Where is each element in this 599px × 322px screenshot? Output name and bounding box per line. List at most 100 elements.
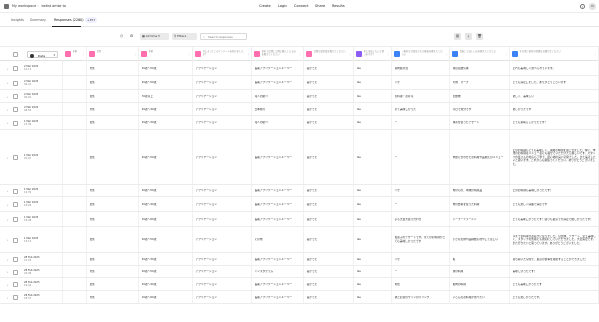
table-row[interactable]: › 28 Feb 2025 19:44 女性 30歳〜40歳 アプリケーション 長期アプリケ… <box>0 278 599 291</box>
column-header[interactable]: 年齢 ⋮ <box>139 47 193 62</box>
date-column-header[interactable]: Date ▾ <box>27 51 58 58</box>
select-all-checkbox[interactable] <box>13 52 18 57</box>
table-row[interactable]: › 1 Mar 2025 19:35 男性 40歳〜50歳 アプリケーション 長期アプリケー… <box>0 185 599 197</box>
column-menu-icon[interactable]: ⋮ <box>387 52 390 56</box>
column-menu-icon[interactable]: ⋮ <box>82 52 85 56</box>
expand-row-icon[interactable]: › <box>7 218 8 222</box>
table-row[interactable]: › 1 Mar 2025 21:36 女性 20歳〜30歳 アプリケーション 知人の紹介 良か… <box>0 116 599 130</box>
expand-row-icon[interactable]: › <box>7 67 8 71</box>
table-row[interactable]: › 1 Mar 2025 18:26 女性 30歳〜40歳 アプリケーション 長期アプリケー… <box>0 197 599 212</box>
column-menu-icon[interactable]: ⋮ <box>505 52 508 56</box>
cell-text: 朝は混雑気味 <box>452 66 469 70</box>
expand-row-icon[interactable]: › <box>7 156 8 160</box>
breadcrumb-workspace[interactable]: My workspace <box>12 4 36 8</box>
column-menu-icon[interactable]: ⋮ <box>594 52 597 56</box>
expand-row-icon[interactable]: › <box>7 108 8 112</box>
table-row[interactable]: › 1 Mar 2025 16:48 男性 50歳〜60歳 アプリケーション 長期アプリケー… <box>0 212 599 227</box>
column-header[interactable]: 性別 ⋮ <box>87 47 139 62</box>
expand-row-icon[interactable]: › <box>7 270 8 274</box>
download-icon[interactable]: ⤓ <box>465 32 472 40</box>
row-checkbox[interactable] <box>13 107 18 112</box>
breadcrumb-form-name[interactable]: betist amke to <box>42 4 66 8</box>
expand-row-icon[interactable]: › <box>7 283 8 287</box>
nav-create[interactable]: Create <box>259 4 271 8</box>
cell-text: Yes <box>356 202 361 206</box>
column-header[interactable]: 初めて訪問した際に購入したものを教えてください ⋮ <box>252 47 304 62</box>
row-checkbox[interactable] <box>13 155 18 160</box>
expand-row-icon[interactable]: › <box>7 121 8 125</box>
cell-text: アプリケーション <box>195 155 217 159</box>
table-cell: 和菓子のデザートです。全てのお料理がとても美味しかったです <box>392 227 450 252</box>
tab-insights[interactable]: Insights <box>11 18 24 22</box>
column-menu-icon[interactable]: ⋮ <box>445 52 448 56</box>
filters-button[interactable]: ⚲ Filters <box>172 32 197 40</box>
cell-text: 煮魚 <box>394 282 400 286</box>
nav-results[interactable]: Results <box>332 4 345 8</box>
columns-icon[interactable]: ▥ <box>454 32 461 40</box>
expand-row-icon[interactable]: › <box>7 296 8 300</box>
cell-text: Yes <box>356 107 361 111</box>
table-cell: 鴨 <box>450 253 510 265</box>
workspace-logo-icon[interactable] <box>4 3 9 9</box>
column-header[interactable]: また来店したいと思いますか？ ⋮ <box>354 47 392 62</box>
column-header[interactable]: 改善してほしい点を教えてください ⋮ <box>450 47 510 62</box>
cell-text: 楽しかったです <box>512 107 532 111</box>
row-checkbox[interactable] <box>13 94 18 99</box>
table-row[interactable]: › 2 Mar 2025 09:41 女性 40歳〜50歳 アプリケーション 長期アプリケー… <box>0 76 599 90</box>
table-row[interactable]: › 28 Feb 2025 21:23 女性 20歳〜30歳 アプリケーション 長期アプリケ… <box>0 253 599 266</box>
search-input[interactable] <box>208 34 246 39</box>
row-checkbox[interactable] <box>13 282 18 287</box>
column-header[interactable]: その他ご意見や感想をお聞かせください ⋮ <box>510 47 599 62</box>
column-header[interactable]: 何によってこのアンケートを知りましたか？ ⋮ <box>193 47 252 62</box>
table-row[interactable]: › 1 Mar 2025 20:47 女性 40歳〜50歳 アプリケーション 長期アプリケー… <box>0 130 599 185</box>
column-menu-icon[interactable]: ⋮ <box>349 52 352 56</box>
row-checkbox[interactable] <box>13 295 18 300</box>
column-menu-icon[interactable]: ⋮ <box>188 52 191 56</box>
tab-responses[interactable]: Responses (2260) <box>54 18 84 22</box>
row-checkbox[interactable] <box>13 217 18 222</box>
column-header[interactable]: 年齢 ⋮ <box>63 47 87 62</box>
expand-row-icon[interactable]: › <box>7 238 8 242</box>
table-row[interactable]: › 1 Mar 2025 15:13 女性 40歳〜50歳 アプリケーション その他 良かった… <box>0 227 599 253</box>
avatar[interactable]: TK <box>589 3 596 10</box>
row-checkbox[interactable] <box>13 269 18 275</box>
table-cell <box>63 212 87 226</box>
table-cell: アプリケーション <box>193 291 252 303</box>
row-checkbox[interactable] <box>13 188 18 194</box>
cell-text: 落ち着いた空間で、最高の食事を堪能することができました！ <box>512 257 588 261</box>
expand-row-icon[interactable]: › <box>7 81 8 85</box>
time-filter-select[interactable]: ▦ All time ▾ <box>140 32 169 40</box>
column-header[interactable]: 訪問の満足度を教えてください ⋮ <box>304 47 354 62</box>
nav-logic[interactable]: Logic <box>278 4 287 8</box>
nav-share[interactable]: Share <box>315 4 325 8</box>
response-time: 09:02 <box>24 96 32 100</box>
print-icon[interactable]: ⎙ <box>118 33 125 39</box>
expand-row-icon[interactable]: › <box>7 95 8 99</box>
column-menu-icon[interactable]: ⋮ <box>299 52 302 56</box>
row-checkbox[interactable] <box>13 237 18 243</box>
column-menu-icon[interactable]: ⋮ <box>247 52 250 56</box>
row-checkbox[interactable] <box>13 66 18 71</box>
nav-connect[interactable]: Connect <box>294 4 308 8</box>
expand-row-icon[interactable]: › <box>7 258 8 262</box>
cell-text: いろんなお料理が食べたい <box>452 295 485 299</box>
row-checkbox[interactable] <box>13 120 18 126</box>
tab-summary[interactable]: Summary <box>30 18 46 22</box>
table-row[interactable]: › 28 Feb 2025 20:08 男性 40歳〜50歳 アプリケーション インスタグラ… <box>0 266 599 278</box>
column-menu-icon[interactable]: ⋮ <box>134 52 137 56</box>
settings-icon[interactable]: ⚙ <box>128 33 135 39</box>
column-header[interactable]: 一番好きな商品とその理由を教えてください ⋮ <box>392 47 450 62</box>
cell-text: Yes <box>356 238 361 242</box>
row-checkbox[interactable] <box>13 257 18 262</box>
row-checkbox[interactable] <box>13 80 18 86</box>
help-circle-icon[interactable]: ? <box>580 4 585 9</box>
delete-icon[interactable]: 🗑 <box>476 32 483 40</box>
table-row[interactable]: › 2 Mar 2025 08:50 男性 30歳〜40歳 アプリケーション 日本旅行 良かっ… <box>0 103 599 116</box>
cell-text: 日本旅行 <box>254 107 266 111</box>
table-row[interactable]: › 2 Mar 2025 10:13 男性 40歳〜50歳 アプリケーション 長期アプリケー… <box>0 61 599 76</box>
table-row[interactable]: › 28 Feb 2025 18:37 男性 50歳〜60歳 アプリケーション 長期アプリケ… <box>0 291 599 304</box>
expand-row-icon[interactable]: › <box>7 189 8 193</box>
row-checkbox[interactable] <box>13 202 18 207</box>
table-row[interactable]: › 2 Mar 2025 09:02 女性 70歳以上 アプリケーション 知人の紹介 良かった… <box>0 90 599 103</box>
expand-row-icon[interactable]: › <box>7 203 8 207</box>
